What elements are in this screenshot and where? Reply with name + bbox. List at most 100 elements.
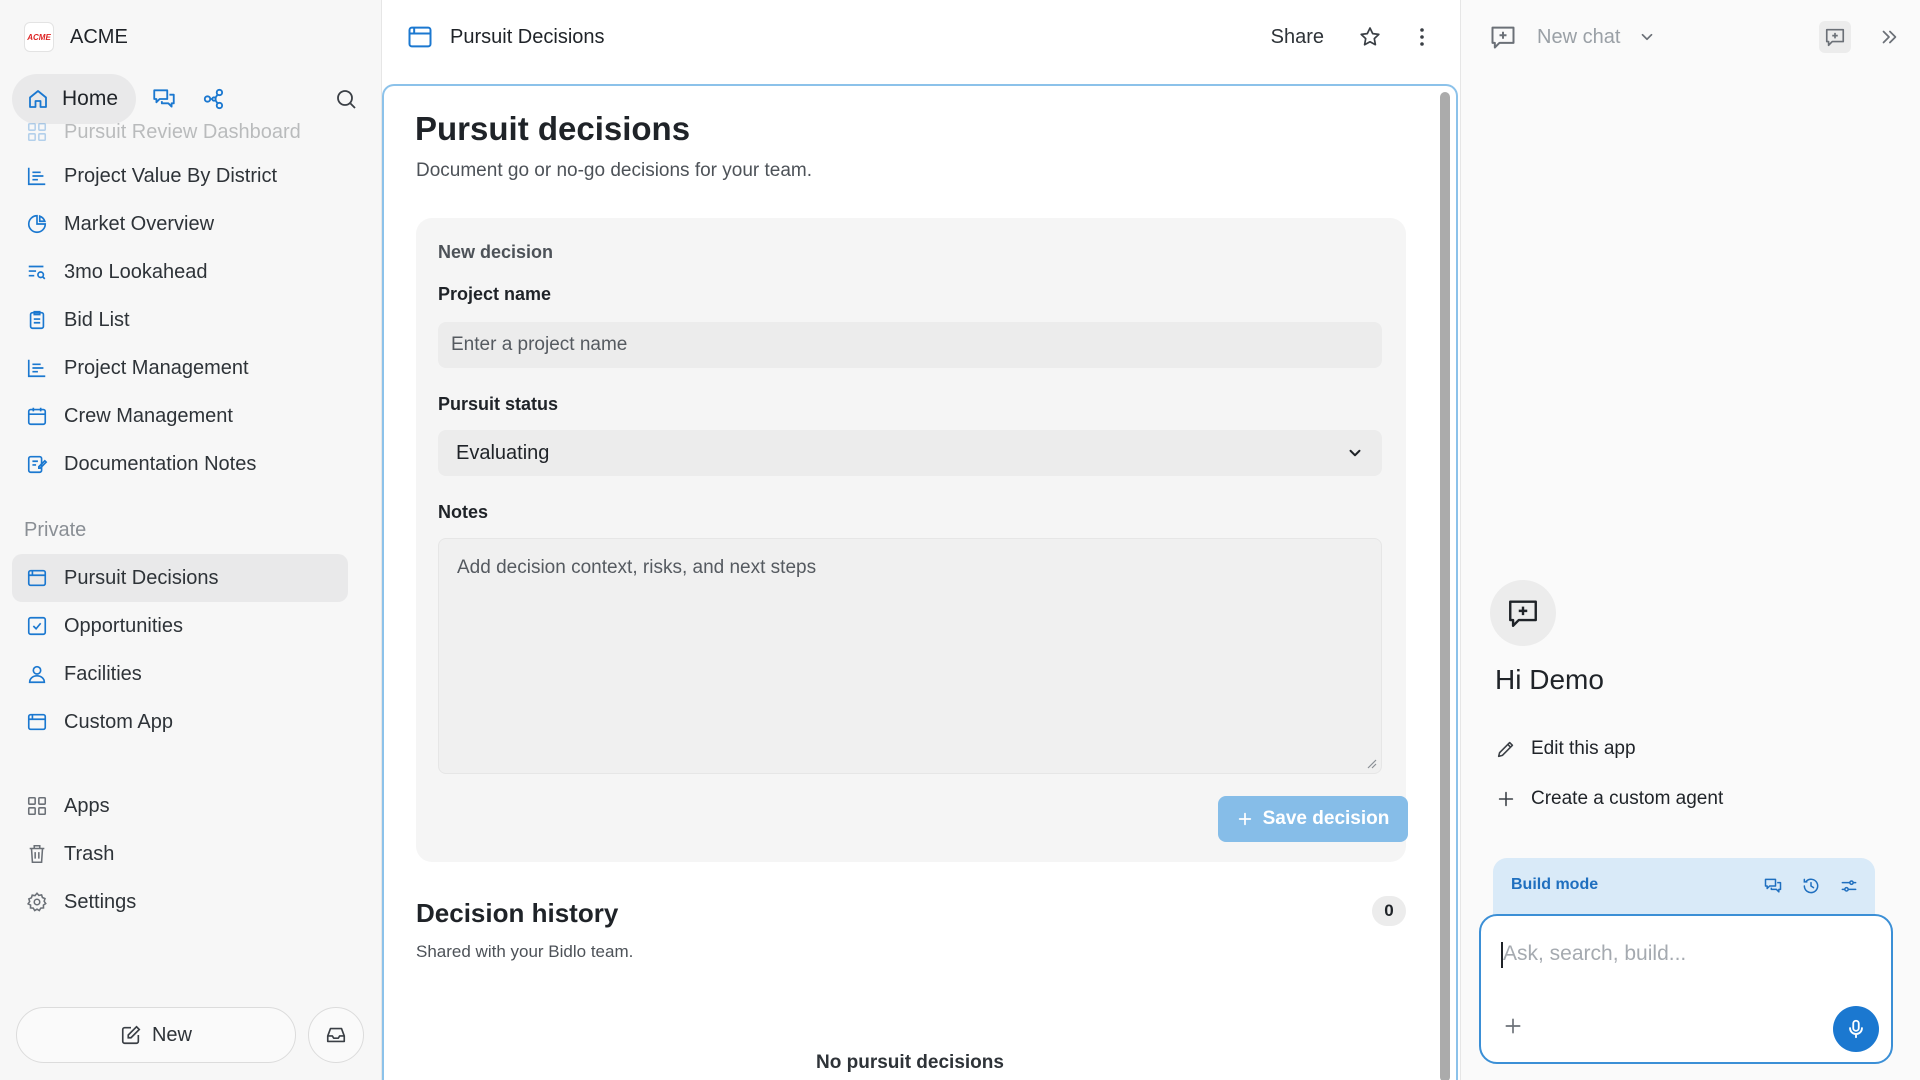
document-header: Pursuit Decisions Share	[382, 0, 1460, 74]
notes-label: Notes	[438, 502, 489, 522]
checkbox-icon	[24, 613, 50, 639]
workspace-name: ACME	[70, 25, 128, 48]
inbox-button[interactable]	[308, 1007, 364, 1063]
history-mode-icon[interactable]	[1801, 876, 1821, 896]
sidebar-item-settings[interactable]: Settings	[12, 878, 348, 926]
brand-logo: ACME	[24, 22, 54, 52]
settings-sliders-icon[interactable]	[1839, 876, 1859, 896]
sidebar-item-label: Project Management	[64, 356, 249, 379]
pencil-icon	[1495, 738, 1517, 760]
new-chat-icon[interactable]	[1819, 21, 1851, 53]
sidebar-item-bid-list[interactable]: Bid List	[12, 296, 348, 344]
project-name-input[interactable]: Enter a project name	[438, 322, 1382, 368]
star-icon[interactable]	[1354, 21, 1386, 53]
form-heading: New decision	[438, 242, 554, 262]
sidebar-item-label: Trash	[64, 842, 115, 865]
sidebar-item-project-management[interactable]: Project Management	[12, 344, 348, 392]
chat-input-placeholder: Ask, search, build...	[1503, 942, 1687, 965]
chat-mode-icon[interactable]	[1763, 876, 1783, 896]
notes-textarea[interactable]: Add decision context, risks, and next st…	[438, 538, 1382, 774]
sidebar-footer: New	[16, 1007, 366, 1063]
main-content: Pursuit Decisions Share Pursuit decision…	[382, 0, 1460, 1080]
sidebar-item-facilities[interactable]: Facilities	[12, 650, 348, 698]
page-title: Pursuit decisions	[415, 110, 691, 147]
chat-input[interactable]: Ask, search, build...	[1479, 914, 1893, 1064]
collapse-panel-icon[interactable]	[1873, 21, 1905, 53]
sidebar-item-label: Settings	[64, 890, 137, 913]
sidebar-item-opportunities[interactable]: Opportunities	[12, 602, 348, 650]
sidebar-item-pursuit-decisions[interactable]: Pursuit Decisions	[12, 554, 348, 602]
save-decision-button[interactable]: Save decision	[1218, 796, 1408, 842]
chat-header: New chat	[1461, 0, 1920, 74]
compose-icon	[120, 1024, 142, 1046]
sidebar-item-label: 3mo Lookahead	[64, 260, 208, 283]
project-name-placeholder: Enter a project name	[451, 334, 628, 355]
chat-plus-icon	[1506, 596, 1540, 630]
decision-history-title: Decision history	[416, 898, 619, 928]
build-mode-label[interactable]: Build mode	[1511, 876, 1598, 894]
new-chat-icon[interactable]	[1489, 23, 1517, 51]
sidebar-item-3mo-lookahead[interactable]: 3mo Lookahead	[12, 248, 348, 296]
sidebar-item-documentation-notes[interactable]: Documentation Notes	[12, 440, 348, 488]
create-agent-action[interactable]: Create a custom agent	[1495, 788, 1723, 810]
attach-plus-icon[interactable]	[1503, 1016, 1523, 1036]
dashboard-icon	[24, 119, 50, 145]
pursuit-status-select[interactable]: Evaluating	[438, 430, 1382, 476]
edit-app-action[interactable]: Edit this app	[1495, 738, 1636, 760]
page-subtitle: Document go or no-go decisions for your …	[416, 160, 813, 181]
bar-chart-icon	[24, 355, 50, 381]
decision-count-badge: 0	[1372, 896, 1406, 926]
calendar-icon	[24, 403, 50, 429]
clipboard-icon	[24, 307, 50, 333]
pursuit-status-label: Pursuit status	[438, 394, 559, 414]
chat-panel: New chat Hi Demo Edit this app Create a …	[1460, 0, 1920, 1080]
person-icon	[24, 661, 50, 687]
document-title: Pursuit Decisions	[450, 25, 605, 48]
resize-grip-icon[interactable]	[1365, 757, 1377, 769]
chevron-down-icon[interactable]	[1638, 28, 1656, 46]
edit-app-label: Edit this app	[1531, 738, 1636, 759]
new-chat-label[interactable]: New chat	[1537, 26, 1620, 49]
private-section-label: Private	[24, 518, 87, 541]
new-decision-form: New decision Project name Enter a projec…	[416, 218, 1408, 862]
workspace-brand[interactable]: ACME ACME	[24, 22, 128, 52]
sidebar-item-label: Documentation Notes	[64, 452, 257, 475]
trash-icon	[24, 841, 50, 867]
decision-history-subtitle: Shared with your Bidlo team.	[416, 942, 634, 961]
sidebar-item-crew-management[interactable]: Crew Management	[12, 392, 348, 440]
chat-header-actions	[1819, 21, 1905, 53]
build-mode-bar: Build mode	[1493, 858, 1875, 918]
create-agent-label: Create a custom agent	[1531, 788, 1724, 809]
sidebar-item-label: Market Overview	[64, 212, 215, 235]
pie-chart-icon	[24, 211, 50, 237]
sidebar-item-project-value-by-district[interactable]: Project Value By District	[12, 152, 348, 200]
sidebar-item-label: Pursuit Review Dashboard	[64, 120, 301, 143]
sidebar-item-label: Bid List	[64, 308, 130, 331]
sidebar-item-label: Opportunities	[64, 614, 183, 637]
app-frame: Pursuit decisions Document go or no-go d…	[382, 84, 1458, 1080]
more-options-icon[interactable]	[1406, 21, 1438, 53]
mode-icons	[1763, 876, 1859, 896]
sidebar-item-trash[interactable]: Trash	[12, 830, 348, 878]
share-button[interactable]: Share	[1271, 26, 1324, 49]
sidebar-item-label: Facilities	[64, 662, 142, 685]
scrollbar[interactable]	[1440, 92, 1450, 1080]
pursuit-status-value: Evaluating	[456, 441, 550, 464]
grid-icon	[24, 793, 50, 819]
sidebar-item-apps[interactable]: Apps	[12, 782, 348, 830]
chevron-down-icon	[1346, 444, 1364, 462]
sidebar-item-custom-app[interactable]: Custom App	[12, 698, 348, 746]
microphone-icon[interactable]	[1833, 1006, 1879, 1052]
sidebar-item-label: Pursuit Decisions	[64, 566, 219, 589]
sidebar-nav: Pursuit Review Dashboard Project Value B…	[12, 121, 348, 926]
sidebar-item-pursuit-review-dashboard[interactable]: Pursuit Review Dashboard	[12, 112, 348, 152]
new-button[interactable]: New	[16, 1007, 296, 1063]
sidebar-item-label: Project Value By District	[64, 164, 278, 187]
sidebar-item-market-overview[interactable]: Market Overview	[12, 200, 348, 248]
sidebar: ACME ACME Home Pursuit Review Dashboard …	[0, 0, 382, 1080]
sidebar-item-label: Apps	[64, 794, 110, 817]
empty-state-text: No pursuit decisions	[816, 1052, 1004, 1073]
home-icon	[26, 87, 50, 111]
save-decision-label: Save decision	[1262, 808, 1390, 829]
